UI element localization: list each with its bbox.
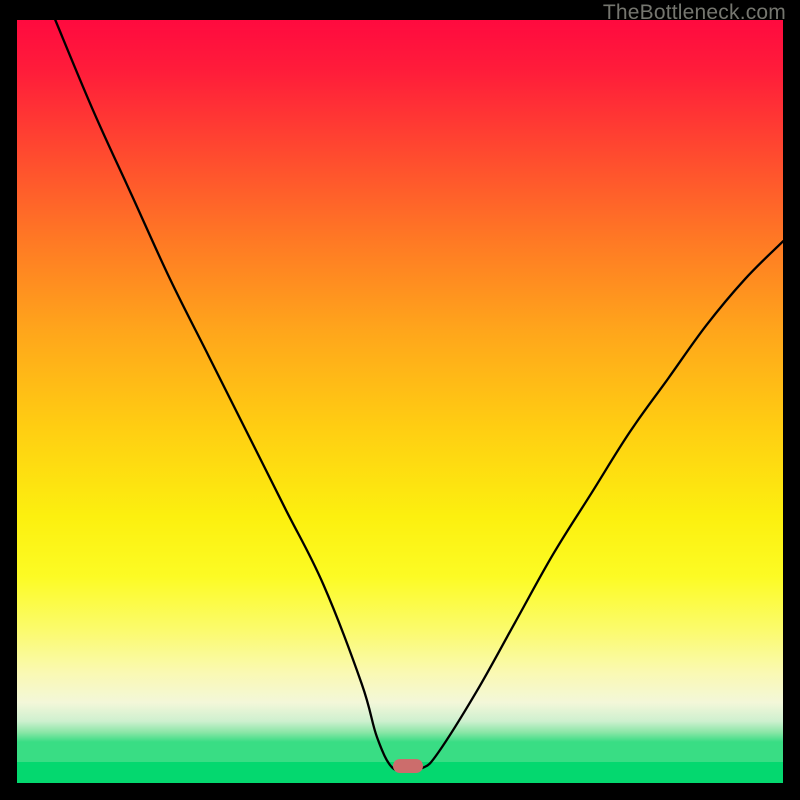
plot-area [17,20,783,783]
watermark-text: TheBottleneck.com [603,1,786,25]
bottleneck-curve [17,20,783,783]
chart-stage: TheBottleneck.com [0,0,800,800]
optimal-point-marker [393,759,423,773]
